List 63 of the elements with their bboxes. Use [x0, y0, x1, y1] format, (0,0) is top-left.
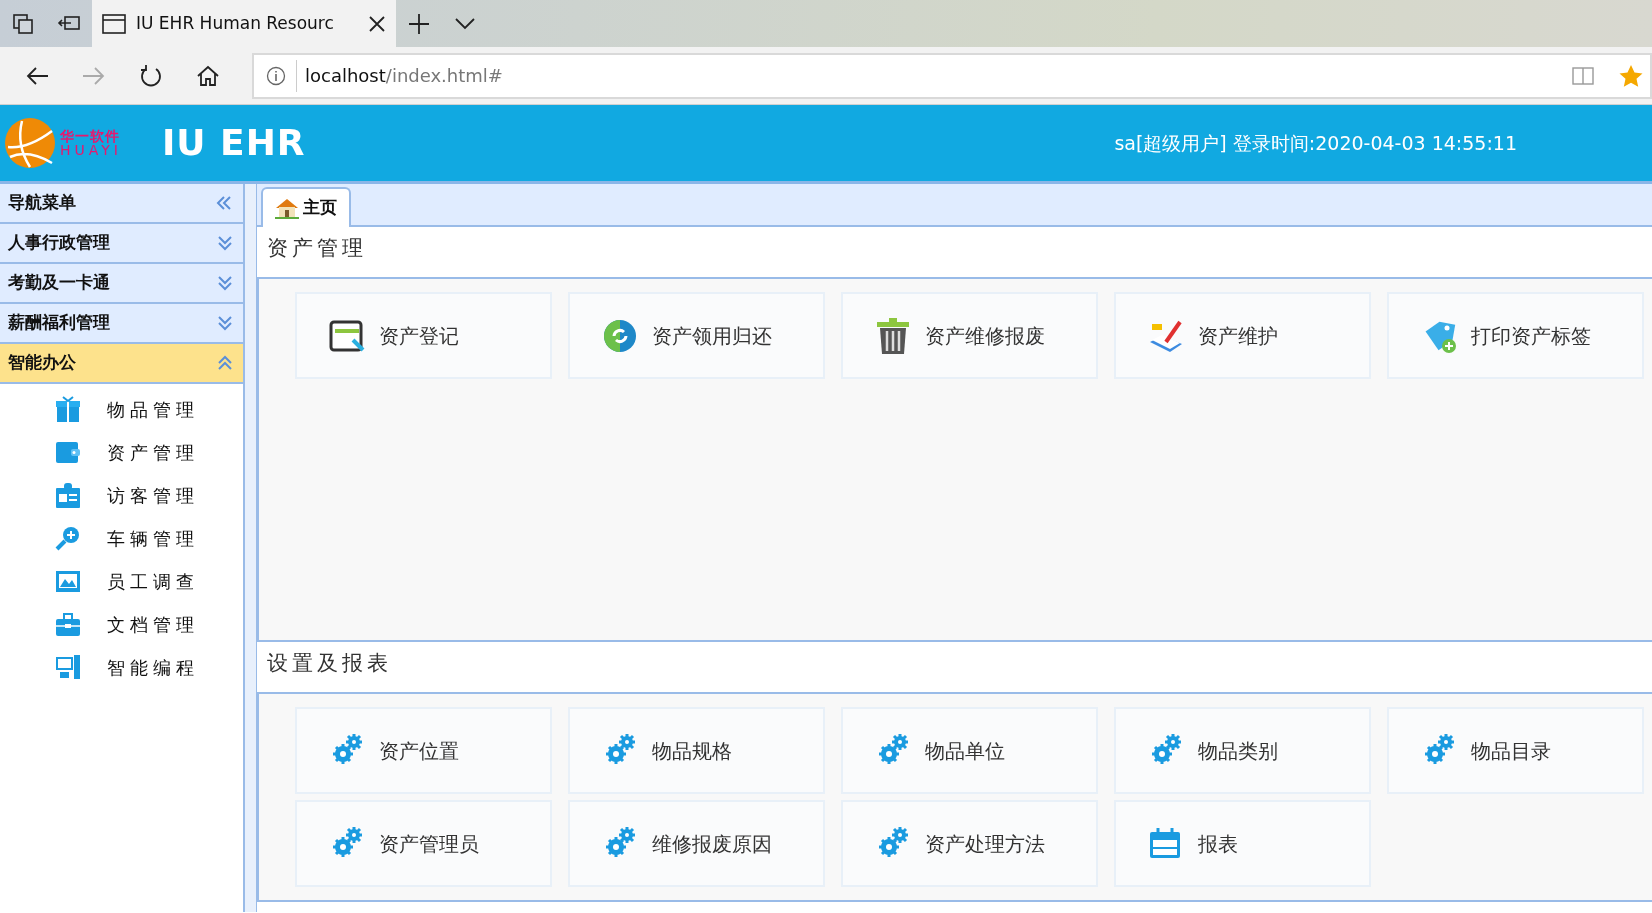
logo-text: HUAYI [60, 143, 122, 157]
logo-text: 华一软件 [60, 129, 121, 143]
function-tile[interactable]: 资产处理方法 [841, 800, 1098, 887]
star-icon[interactable] [1618, 63, 1644, 88]
menu-group-header[interactable]: 薪酬福利管理 [0, 304, 243, 344]
chevron-down-icon [217, 234, 233, 252]
collapse-icon[interactable] [215, 195, 233, 211]
user-login-info: sa[超级用户] 登录时间:2020-04-03 14:55:11 [1114, 130, 1517, 156]
url-host: localhost [305, 64, 386, 88]
house-icon [275, 197, 299, 219]
trash-can-icon [875, 317, 911, 354]
function-tile[interactable]: 维修报废原因 [568, 800, 825, 887]
magnifier-plus-icon [55, 525, 81, 552]
briefcase-icon [55, 611, 81, 638]
id-badge-icon [55, 482, 81, 509]
menu-group-header[interactable]: 智能办公 [0, 344, 243, 384]
chevron-down-icon [217, 314, 233, 332]
browser-tab[interactable]: IU EHR Human Resourc [92, 0, 396, 47]
sidebar-title: 导航菜单 [8, 191, 76, 215]
menu-item[interactable]: 智能编程 [0, 646, 243, 689]
menu-group-header[interactable]: 考勤及一卡通 [0, 264, 243, 304]
circular-arrows-icon [602, 317, 638, 354]
picture-icon [55, 568, 81, 595]
function-tile[interactable]: 资产位置 [295, 707, 552, 794]
menu-item[interactable]: 车辆管理 [0, 517, 243, 560]
function-tile[interactable]: 物品目录 [1387, 707, 1644, 794]
tab-title: IU EHR Human Resourc [136, 11, 335, 35]
page-icon [102, 13, 126, 34]
computer-icon [55, 654, 81, 681]
app-title: IU EHR [161, 121, 306, 165]
function-tile[interactable]: 资产登记 [295, 292, 552, 379]
refresh-icon [138, 63, 163, 88]
function-tile[interactable]: 物品类别 [1114, 707, 1371, 794]
globe-logo-icon [4, 117, 56, 169]
chevron-down-icon [217, 274, 233, 292]
info-icon [266, 65, 286, 86]
chevron-up-icon [217, 354, 233, 372]
function-tile[interactable]: 资产领用归还 [568, 292, 825, 379]
menu-item[interactable]: 物品管理 [0, 388, 243, 431]
section-title: 设置及报表 [266, 650, 393, 677]
menu-item[interactable]: 员工调查 [0, 560, 243, 603]
function-tile[interactable]: 打印资产标签 [1387, 292, 1644, 379]
function-tile[interactable]: 物品单位 [841, 707, 1098, 794]
function-tile[interactable]: 资产管理员 [295, 800, 552, 887]
url-path: /index.html# [385, 64, 503, 88]
wallet-icon [55, 439, 81, 466]
gift-box-icon [55, 396, 81, 423]
function-tile[interactable]: 资产维修报废 [841, 292, 1098, 379]
section-title: 资产管理 [266, 235, 368, 262]
close-icon[interactable] [368, 14, 386, 33]
chevron-down-icon [455, 17, 475, 30]
address-field[interactable]: localhost/index.html# [252, 52, 1652, 99]
home-tab[interactable]: 主页 [261, 187, 351, 227]
function-tile[interactable]: 报表 [1114, 800, 1371, 887]
menu-item[interactable]: 资产管理 [0, 431, 243, 474]
windows-icon [12, 12, 34, 35]
plus-icon [408, 12, 430, 35]
menu-item[interactable]: 文档管理 [0, 603, 243, 646]
menu-group-header[interactable]: 人事行政管理 [0, 224, 243, 264]
menu-item[interactable]: 访客管理 [0, 474, 243, 517]
home-icon [195, 63, 220, 88]
function-tile[interactable]: 资产维护 [1114, 292, 1371, 379]
function-tile[interactable]: 物品规格 [568, 707, 825, 794]
